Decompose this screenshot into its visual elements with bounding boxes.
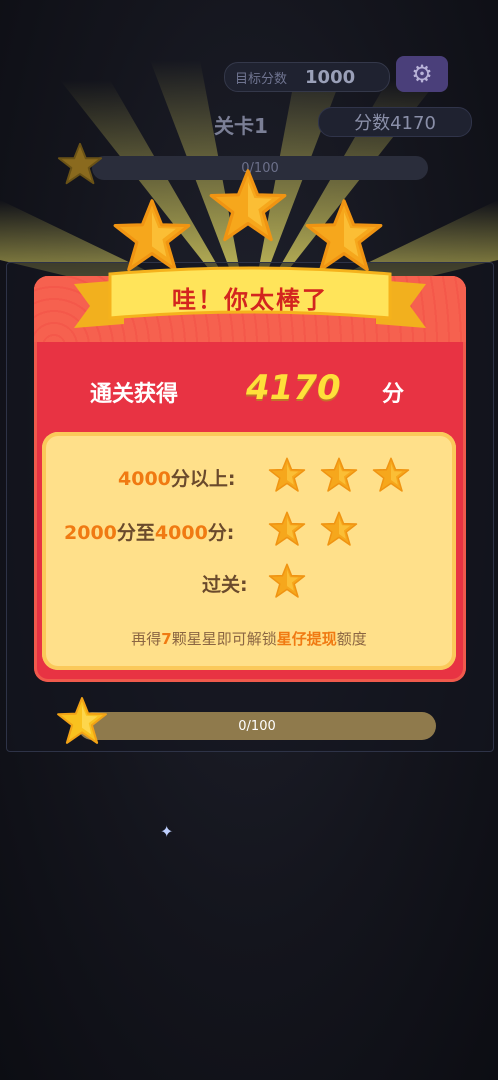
score-pill: 分数4170 (318, 107, 472, 137)
earned-label: 通关获得 (90, 382, 179, 407)
earned-score: 4170 (246, 368, 341, 408)
progress-star-icon (57, 697, 107, 744)
unlock-count: 7 (161, 630, 172, 648)
level-title: 关卡1 (214, 114, 268, 138)
rule-star-icon (268, 511, 306, 546)
sparkle-icon: ✦ (160, 822, 174, 841)
settings-button[interactable]: ⚙ (396, 56, 448, 92)
rule-star-icon (320, 457, 358, 492)
rule-label: 分: (207, 522, 235, 544)
rule-three-stars: 4000分以上: (118, 464, 236, 491)
rule-two-stars: 2000分至4000分: (64, 518, 234, 545)
rule-threshold-low: 2000 (64, 522, 117, 544)
target-score-pill: 目标分数 1000 (224, 62, 390, 92)
unlock-prefix: 再得 (131, 630, 162, 648)
rule-star-icon (268, 457, 306, 492)
rule-threshold-high: 4000 (154, 522, 208, 544)
rule-threshold: 4000 (118, 468, 171, 490)
rule-label: 分以上: (170, 468, 236, 490)
rule-star-icon (268, 563, 306, 598)
rule-star-icon (372, 457, 410, 492)
gear-icon: ⚙ (411, 60, 433, 88)
rule-one-star: 过关: (202, 570, 248, 597)
earned-unit: 分 (382, 382, 405, 407)
rule-star-icon (320, 511, 358, 546)
rule-mid: 分至 (116, 522, 155, 544)
earned-star-icon (305, 199, 383, 272)
unlock-suffix: 额度 (336, 630, 367, 648)
unlock-hint: 再得7颗星星即可解锁星仔提现额度 (42, 628, 456, 649)
ribbon-title: 哇！你太棒了 (172, 286, 328, 314)
target-score-label: 目标分数 (235, 71, 288, 87)
earned-star-icon (113, 199, 191, 272)
bottom-progress-bar: 0/100 (78, 712, 436, 740)
unlock-highlight: 星仔提现 (276, 630, 337, 648)
unlock-middle: 颗星星即可解锁 (171, 630, 277, 648)
progress-star-icon (57, 142, 103, 185)
target-score-value: 1000 (305, 66, 356, 88)
earned-star-icon (209, 169, 287, 242)
rule-label: 过关: (202, 574, 248, 596)
